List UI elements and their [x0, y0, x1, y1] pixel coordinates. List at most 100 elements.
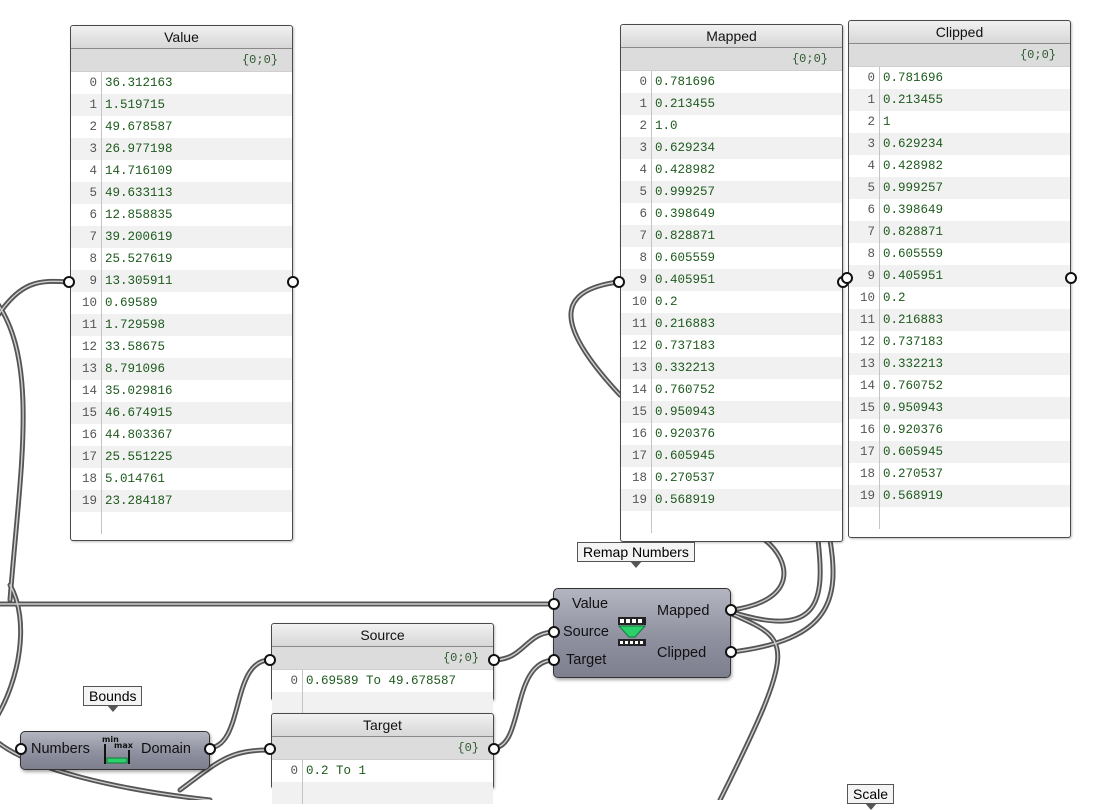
item-value: 33.58675 [105, 340, 166, 354]
remap-source-input-port[interactable] [548, 626, 560, 638]
source-panel-input-port[interactable] [264, 654, 276, 666]
clipped-panel-input-port[interactable] [841, 272, 853, 284]
panel-title: Source [272, 624, 493, 647]
remap-target-input-port[interactable] [548, 654, 560, 666]
item-value: 0.999257 [655, 185, 716, 199]
target-panel[interactable]: Target {0} 0 0.2 To 1 [271, 713, 494, 804]
list-item: 13 8.791096 [71, 358, 292, 380]
list-empty-row [272, 782, 493, 804]
item-value: 49.633113 [105, 186, 173, 200]
scale-tooltip: Scale [847, 784, 895, 810]
item-value: 0.760752 [655, 383, 716, 397]
item-index: 16 [621, 423, 652, 445]
source-panel[interactable]: Source {0;0} 0 0.69589 To 49.678587 [271, 623, 494, 714]
list-item: 8 0.605559 [849, 243, 1070, 265]
list-item: 0 0.781696 [621, 71, 842, 93]
list-item: 3 26.977198 [71, 138, 292, 160]
output-mapped-label: Mapped [657, 603, 710, 619]
item-value: 0.781696 [883, 71, 944, 85]
source-panel-output-port[interactable] [488, 654, 500, 666]
wire-remap-to-mapped-panel [568, 279, 623, 398]
item-index: 0 [849, 67, 880, 89]
item-index: 0 [272, 670, 303, 692]
item-value: 25.527619 [105, 252, 173, 266]
item-value: 0.605945 [655, 449, 716, 463]
item-index: 2 [71, 116, 102, 138]
item-value: 0.332213 [883, 357, 944, 371]
item-value: 0.828871 [655, 229, 716, 243]
list-item: 14 0.760752 [621, 379, 842, 401]
list-item: 17 0.605945 [849, 441, 1070, 463]
item-value: 13.305911 [105, 274, 173, 288]
item-index: 2 [621, 115, 652, 137]
list-item: 5 0.999257 [849, 177, 1070, 199]
list-empty-row [849, 507, 1070, 529]
item-index: 5 [71, 182, 102, 204]
clipped-panel[interactable]: Clipped {0;0} 0 0.781696 1 0.213455 2 1 3 0.629… [848, 20, 1071, 538]
item-value: 26.977198 [105, 142, 173, 156]
mapped-panel[interactable]: Mapped {0;0} 0 0.781696 1 0.213455 2 1.0 3 0.62… [620, 24, 843, 542]
target-panel-input-port[interactable] [264, 743, 276, 755]
value-panel-output-port[interactable] [287, 276, 299, 288]
item-index: 3 [849, 133, 880, 155]
item-index: 19 [621, 489, 652, 511]
clipped-panel-output-port[interactable] [1065, 272, 1077, 284]
data-path: {0;0} [71, 49, 292, 72]
value-panel[interactable]: Value {0;0} 0 36.312163 1 1.519715 2 49.67858… [70, 25, 293, 541]
value-panel-input-port[interactable] [63, 276, 75, 288]
item-index: 9 [621, 269, 652, 291]
svg-text:max: max [114, 741, 133, 750]
list-item: 13 0.332213 [849, 353, 1070, 375]
item-value: 5.014761 [105, 472, 166, 486]
remap-mapped-output-port[interactable] [725, 604, 737, 616]
list-item: 21 [849, 111, 1070, 133]
item-index: 7 [849, 221, 880, 243]
list-item: 11 0.216883 [621, 313, 842, 335]
item-index: 0 [272, 760, 303, 782]
item-index: 18 [621, 467, 652, 489]
bounds-domain-output-port[interactable] [204, 743, 216, 755]
item-value: 1 [883, 115, 891, 129]
panel-rows: 0 0.2 To 1 [272, 760, 493, 804]
item-index: 16 [71, 424, 102, 446]
mapped-panel-input-port[interactable] [613, 276, 625, 288]
bounds-component[interactable]: Numbers Domain min max [20, 731, 210, 770]
item-value: 0.428982 [655, 163, 716, 177]
list-item: 17 25.551225 [71, 446, 292, 468]
item-index: 10 [849, 287, 880, 309]
list-item: 6 12.858835 [71, 204, 292, 226]
list-item: 15 0.950943 [621, 401, 842, 423]
item-value: 25.551225 [105, 450, 173, 464]
list-item: 17 0.605945 [621, 445, 842, 467]
item-index: 0 [71, 72, 102, 94]
panel-title: Value [71, 26, 292, 49]
panel-title: Clipped [849, 21, 1070, 44]
item-index: 13 [849, 353, 880, 375]
item-value: 0.2 To 1 [306, 764, 367, 778]
item-index: 6 [849, 199, 880, 221]
item-value: 1.729598 [105, 318, 166, 332]
target-panel-output-port[interactable] [488, 743, 500, 755]
item-value: 14.716109 [105, 164, 173, 178]
panel-rows: 0 0.781696 1 0.213455 2 1 3 0.629234 4 0.428982 5 0… [849, 67, 1070, 529]
item-value: 0.398649 [655, 207, 716, 221]
list-item: 3 0.629234 [621, 137, 842, 159]
list-item: 10 0.2 [849, 287, 1070, 309]
bounds-numbers-input-port[interactable] [15, 743, 27, 755]
item-value: 0.405951 [883, 269, 944, 283]
item-index: 1 [71, 94, 102, 116]
remap-numbers-component[interactable]: Value Source Target Mapped Clipped [553, 588, 731, 678]
list-item: 13 0.332213 [621, 357, 842, 379]
item-index: 6 [71, 204, 102, 226]
remap-value-input-port[interactable] [548, 598, 560, 610]
remap-clipped-output-port[interactable] [725, 646, 737, 658]
item-value: 49.678587 [105, 120, 173, 134]
input-source-label: Source [563, 624, 609, 640]
output-clipped-label: Clipped [657, 645, 707, 661]
list-empty-row [621, 511, 842, 533]
list-item: 1 0.213455 [621, 93, 842, 115]
item-index: 14 [621, 379, 652, 401]
bounds-icon: min max [102, 735, 133, 764]
output-domain-label: Domain [141, 741, 191, 757]
list-item: 7 39.200619 [71, 226, 292, 248]
